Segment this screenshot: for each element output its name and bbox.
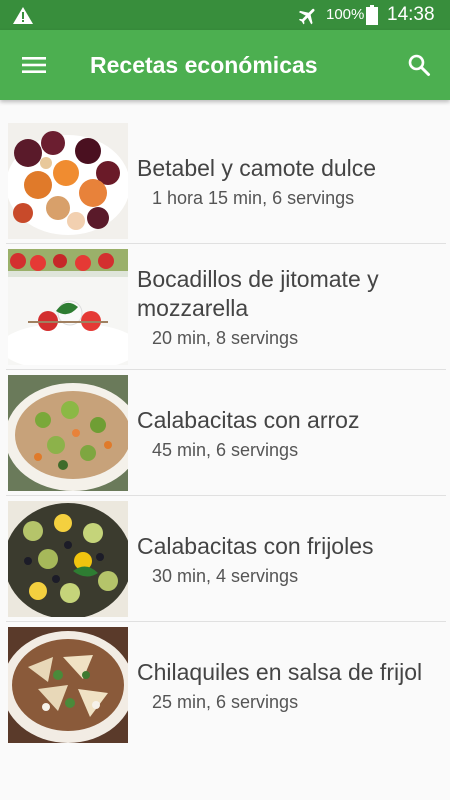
recipe-title: Calabacitas con arroz: [137, 406, 360, 433]
list-item[interactable]: Chilaquiles en salsa de frijol 25 min, 6…: [6, 622, 446, 748]
recipe-image: [8, 375, 128, 491]
battery-percent: 100%: [326, 6, 365, 23]
warning-icon: [13, 7, 33, 24]
search-icon: [408, 54, 430, 76]
page-title: Recetas económicas: [90, 52, 318, 78]
recipe-meta: 30 min, 4 servings: [152, 565, 299, 586]
recipe-title: Betabel y camote dulce: [137, 154, 377, 181]
list-item[interactable]: Calabacitas con arroz 45 min, 6 servings: [6, 370, 446, 496]
recipe-meta: 1 hora 15 min, 6 servings: [152, 187, 355, 208]
clock: 14:38: [387, 4, 435, 25]
recipe-meta: 20 min, 8 servings: [152, 328, 299, 348]
recipe-image: [8, 249, 128, 365]
recipe-title: Bocadillos de jitomate y mozzarella: [137, 266, 379, 321]
status-bar: 100% 14:38: [0, 0, 450, 30]
recipe-image: [8, 627, 128, 743]
search-button[interactable]: [404, 50, 434, 80]
recipe-title: Calabacitas con frijoles: [137, 532, 374, 559]
recipe-image: [8, 123, 128, 239]
list-item[interactable]: Betabel y camote dulce 1 hora 15 min, 6 …: [6, 118, 446, 244]
recipe-image: [8, 501, 128, 617]
recipe-meta: 25 min, 6 servings: [152, 691, 299, 712]
app-bar: Recetas económicas: [0, 30, 450, 100]
battery-icon: [366, 5, 378, 25]
recipe-meta: 45 min, 6 servings: [152, 439, 299, 460]
recipe-list: Betabel y camote dulce 1 hora 15 min, 6 …: [6, 118, 446, 748]
list-item[interactable]: Calabacitas con frijoles 30 min, 4 servi…: [6, 496, 446, 622]
menu-button[interactable]: [18, 52, 50, 78]
recipe-title: Chilaquiles en salsa de frijol: [137, 658, 423, 685]
menu-icon: [22, 57, 46, 73]
list-item[interactable]: Bocadillos de jitomate y mozzarella 20 m…: [6, 244, 446, 370]
airplane-mode-icon: [298, 8, 315, 25]
